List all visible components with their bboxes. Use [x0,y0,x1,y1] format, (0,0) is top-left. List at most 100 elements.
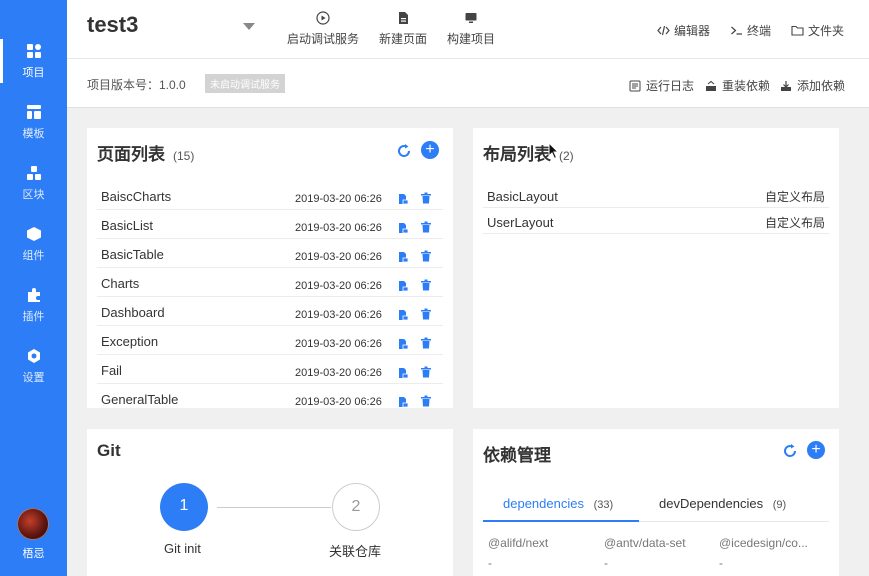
build-project-button[interactable]: 构建项目 [447,11,495,47]
list-item[interactable]: BaiscCharts 2019-03-20 06:26 [97,181,443,210]
delete-icon[interactable] [420,337,432,349]
avatar[interactable] [17,508,49,540]
plugin-icon [27,287,40,302]
sidebar-item-plugin[interactable]: 插件 [0,277,67,333]
step-1-circle: 1 [160,483,208,531]
dep-version: - [604,556,608,570]
pages-card-title: 页面列表 (15) [97,140,194,165]
sidebar-item-project[interactable]: 项目 [0,33,67,89]
sidebar-item-label: 设置 [22,371,45,384]
list-item[interactable]: Fail 2019-03-20 06:26 [97,355,443,384]
add-dep-icon[interactable]: + [807,441,825,459]
sidebar-item-label: 组件 [22,249,45,262]
add-dep-button[interactable]: 添加依赖 [780,77,845,94]
start-debug-label: 启动调试服务 [287,32,360,46]
component-icon [26,226,41,241]
pages-title-text: 页面列表 [97,145,165,164]
run-log-button[interactable]: 运行日志 [629,77,694,94]
list-item[interactable]: Charts 2019-03-20 06:26 [97,268,443,297]
list-item[interactable]: BasicLayout 自定义布局 [483,182,829,208]
dep-name: @icedesign/co... [719,536,808,550]
edit-icon[interactable] [397,251,409,263]
pages-count: (15) [173,149,195,163]
mouse-cursor-icon [548,142,560,160]
project-icon [26,43,41,58]
layouts-count: (2) [559,149,574,163]
reinstall-deps-button[interactable]: 重装依赖 [705,77,770,94]
delete-icon[interactable] [420,221,432,233]
layout-name: BasicLayout [487,189,558,204]
page-name: Fail [101,363,122,378]
list-item[interactable]: GeneralTable 2019-03-20 06:26 [97,384,443,408]
sidebar-item-component[interactable]: 组件 [0,216,67,272]
git-card: Git 1 Git init 2 关联仓库 [87,429,453,576]
dep-name: @alifd/next [488,536,549,550]
sidebar-item-label: 区块 [22,188,45,201]
status-badge: 未启动调试服务 [205,74,285,93]
editor-button[interactable]: 编辑器 [657,22,710,39]
tab-dev-dependencies-count: (9) [772,499,787,511]
start-debug-button[interactable]: 启动调试服务 [287,11,359,47]
new-page-label: 新建页面 [379,32,428,46]
new-file-icon [399,12,408,24]
list-item[interactable]: BasicTable 2019-03-20 06:26 [97,239,443,268]
settings-icon [27,348,40,363]
sidebar-item-label: 插件 [22,310,45,323]
edit-icon[interactable] [397,280,409,292]
code-icon [657,25,670,36]
edit-icon[interactable] [397,193,409,205]
edit-icon[interactable] [397,338,409,350]
page-date: 2019-03-20 06:26 [295,396,382,408]
list-item[interactable]: Exception 2019-03-20 06:26 [97,326,443,355]
sidebar-item-template[interactable]: 模板 [0,94,67,150]
list-item[interactable]: BasicList 2019-03-20 06:26 [97,210,443,239]
tab-dependencies-label: dependencies [503,496,584,511]
layout-type: 自定义布局 [764,190,825,204]
delete-icon[interactable] [420,250,432,262]
refresh-icon[interactable] [781,442,799,460]
delete-icon[interactable] [420,395,432,407]
edit-icon[interactable] [397,396,409,408]
edit-icon[interactable] [397,367,409,379]
block-icon [26,165,41,180]
page-date: 2019-03-20 06:26 [295,367,382,379]
log-icon [629,80,641,91]
sidebar-item-block[interactable]: 区块 [0,155,67,211]
refresh-icon[interactable] [395,142,413,160]
delete-icon[interactable] [420,366,432,378]
layouts-card: 布局列表 (2) BasicLayout 自定义布局 UserLayout 自定义… [473,128,839,408]
add-page-icon[interactable]: + [421,141,439,159]
edit-icon[interactable] [397,309,409,321]
layouts-card-title: 布局列表 (2) [483,140,574,165]
delete-icon[interactable] [420,279,432,291]
tab-dev-dependencies[interactable]: devDependencies (9) [659,496,786,511]
edit-icon[interactable] [397,222,409,234]
deps-card-title: 依赖管理 [483,446,551,465]
layout-name: UserLayout [487,215,554,230]
play-circle-icon [316,11,330,25]
chevron-down-icon[interactable] [243,23,255,30]
new-page-button[interactable]: 新建页面 [379,11,427,47]
page-date: 2019-03-20 06:26 [295,280,382,292]
sidebar-item-settings[interactable]: 设置 [0,338,67,394]
page-date: 2019-03-20 06:26 [295,251,382,263]
page-name: Exception [101,334,159,349]
layouts-title-text: 布局列表 [483,145,551,164]
list-item[interactable]: UserLayout 自定义布局 [483,208,829,234]
page-name: Dashboard [101,305,165,320]
page-date: 2019-03-20 06:26 [295,309,382,321]
list-item[interactable]: Dashboard 2019-03-20 06:26 [97,297,443,326]
page-name: BasicTable [101,247,164,262]
dep-version: - [719,556,723,570]
folder-button[interactable]: 文件夹 [791,22,844,39]
page-date: 2019-03-20 06:26 [295,193,382,205]
delete-icon[interactable] [420,308,432,320]
tab-dev-dependencies-label: devDependencies [659,496,764,511]
reinstall-icon [706,80,716,91]
delete-icon[interactable] [420,192,432,204]
page-title: test3 [87,12,139,37]
tab-dependencies[interactable]: dependencies (33) [503,496,613,511]
terminal-icon [731,26,742,35]
terminal-button[interactable]: 终端 [730,22,771,39]
step-1-label: Git init [164,541,201,556]
